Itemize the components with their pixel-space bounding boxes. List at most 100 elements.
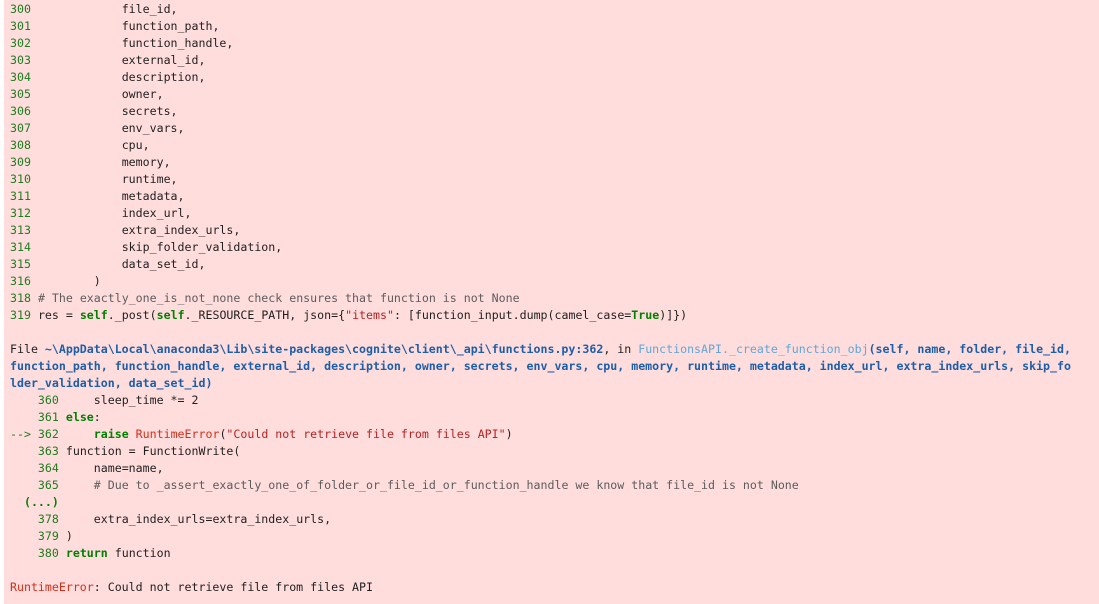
code-text: ._RESOURCE_PATH, json={ <box>184 308 346 322</box>
code-line: 308 cpu, <box>10 137 150 154</box>
line-number: 302 <box>10 36 31 50</box>
line-number: 303 <box>10 53 31 67</box>
code-text: function <box>107 546 171 560</box>
code-text: function_handle, <box>65 36 234 50</box>
code-text: skip_folder_validation, <box>65 240 283 254</box>
line-number: 365 <box>37 478 59 492</box>
line-number: 313 <box>10 223 31 237</box>
ellipsis-line: (...) <box>10 494 59 511</box>
code-line: 360 sleep_time *= 2 <box>10 392 199 409</box>
line-number: 319 <box>10 308 31 322</box>
code-text: cpu, <box>65 138 150 152</box>
line-number: 308 <box>10 138 31 152</box>
traceback-output: 300 file_id, 301 function_path, 302 func… <box>4 0 1099 604</box>
code-text: data_set_id, <box>65 257 206 271</box>
code-text: function = FunctionWrite( <box>65 444 241 458</box>
code-text: ) <box>65 274 101 288</box>
code-line: 306 secrets, <box>10 103 178 120</box>
error-message: : Could not retrieve file from files API <box>93 580 373 594</box>
code-line: 364 name=name, <box>10 460 164 477</box>
code-comment: # Due to _assert_exactly_one_of_folder_o… <box>93 478 799 492</box>
code-line: 318 # The exactly_one_is_not_none check … <box>10 290 520 307</box>
code-text: index_url, <box>65 206 192 220</box>
code-line: 380 return function <box>10 545 171 562</box>
line-number: 314 <box>10 240 31 254</box>
function-args: function_path, function_handle, external… <box>10 359 1071 373</box>
code-text: runtime, <box>65 172 178 186</box>
code-line: 319 res = self._post(self._RESOURCE_PATH… <box>10 307 687 324</box>
line-number: 380 <box>37 546 59 560</box>
file-header-line: function_path, function_handle, external… <box>10 358 1071 375</box>
line-number: 300 <box>10 2 31 16</box>
line-number: 301 <box>10 19 31 33</box>
error-message-line: RuntimeError: Could not retrieve file fr… <box>10 579 373 596</box>
code-text: secrets, <box>65 104 178 118</box>
string-literal: "Could not retrieve file from files API" <box>226 427 506 441</box>
code-line: 365 # Due to _assert_exactly_one_of_fold… <box>10 477 799 494</box>
line-number: 306 <box>10 104 31 118</box>
function-args: lder_validation, data_set_id) <box>10 376 213 390</box>
line-number: 312 <box>10 206 31 220</box>
line-number: 361 <box>37 410 59 424</box>
line-number: 309 <box>10 155 31 169</box>
code-line: 314 skip_folder_validation, <box>10 239 282 256</box>
line-number: 318 <box>10 291 31 305</box>
code-line: 361 else: <box>10 409 101 426</box>
exception-name: RuntimeError <box>135 427 220 441</box>
keyword-else: else <box>65 410 94 424</box>
file-word: File <box>10 342 45 356</box>
code-text: env_vars, <box>65 121 185 135</box>
keyword-true: True <box>631 308 660 322</box>
code-line: 307 env_vars, <box>10 120 185 137</box>
keyword-return: return <box>65 546 108 560</box>
code-line: 304 description, <box>10 69 205 86</box>
function-name: FunctionsAPI._create_function_obj <box>638 342 869 356</box>
line-number: 305 <box>10 87 31 101</box>
line-number: 304 <box>10 70 31 84</box>
line-number: 364 <box>37 461 59 475</box>
code-line: 311 metadata, <box>10 188 185 205</box>
line-number: 378 <box>37 512 59 526</box>
error-arrow: --> 362 <box>10 427 59 441</box>
code-line: 378 extra_index_urls=extra_index_urls, <box>10 511 331 528</box>
code-text: : [function_input.dump(camel_case= <box>393 308 632 322</box>
string-literal: "items" <box>345 308 394 322</box>
code-text: ._post( <box>107 308 157 322</box>
line-number: 310 <box>10 172 31 186</box>
code-text: res = <box>37 308 80 322</box>
line-number: 360 <box>37 393 59 407</box>
code-text: extra_index_urls, <box>65 223 241 237</box>
code-comment: # The exactly_one_is_not_none check ensu… <box>37 291 520 305</box>
code-text: name=name, <box>65 461 164 475</box>
error-line: --> 362 raise RuntimeError("Could not re… <box>10 426 513 443</box>
error-type: RuntimeError <box>10 580 94 594</box>
keyword-raise: raise <box>93 427 129 441</box>
file-path-link[interactable]: ~\AppData\Local\anaconda3\Lib\site-packa… <box>45 342 603 356</box>
code-line: 309 memory, <box>10 154 171 171</box>
keyword-self: self <box>156 308 185 322</box>
code-text: function_path, <box>65 19 220 33</box>
code-line: 301 function_path, <box>10 18 219 35</box>
code-line: 379 ) <box>10 528 73 545</box>
code-line: 310 runtime, <box>10 171 178 188</box>
code-line: 300 file_id, <box>10 1 178 18</box>
code-line: 302 function_handle, <box>10 35 233 52</box>
line-number: 311 <box>10 189 31 203</box>
code-line: 316 ) <box>10 273 101 290</box>
line-number: 307 <box>10 121 31 135</box>
line-number: 315 <box>10 257 31 271</box>
code-text: external_id, <box>65 53 206 67</box>
line-number: 363 <box>37 444 59 458</box>
code-text: ) <box>65 529 73 543</box>
code-line: 305 owner, <box>10 86 164 103</box>
code-text: )]}) <box>659 308 688 322</box>
code-text: extra_index_urls=extra_index_urls, <box>65 512 332 526</box>
code-line: 303 external_id, <box>10 52 205 69</box>
in-word: , in <box>603 342 639 356</box>
code-line: 312 index_url, <box>10 205 192 222</box>
skipped-lines-marker: (...) <box>23 495 59 509</box>
code-line: 315 data_set_id, <box>10 256 205 273</box>
